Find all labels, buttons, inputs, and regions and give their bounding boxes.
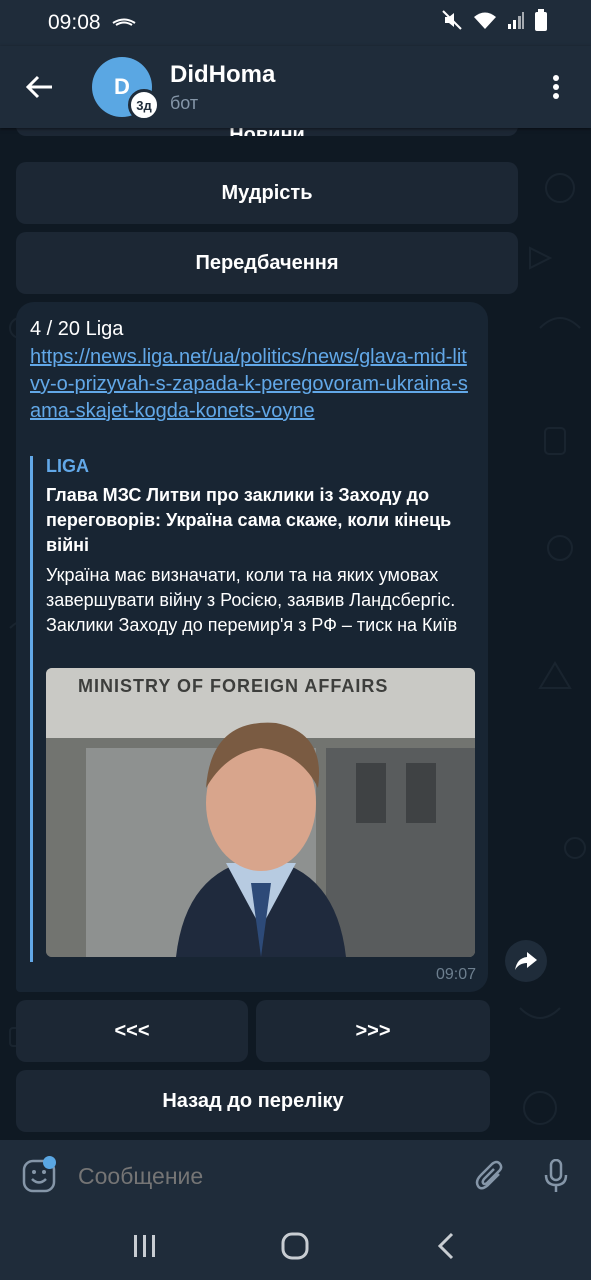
home-icon (281, 1232, 309, 1260)
chat-title-block[interactable]: DidHoma бот (170, 61, 275, 114)
wifi-icon (473, 10, 497, 36)
preview-image[interactable]: MINISTRY OF FOREIGN AFFAIRS (46, 668, 475, 957)
message-input[interactable] (78, 1162, 458, 1190)
message-time: 09:07 (435, 966, 476, 983)
keyboard-button-prediction[interactable]: Передбачення (16, 232, 518, 294)
preview-site-name: LIGA (46, 456, 89, 476)
keyboard-button-label: Назад до переліку (162, 1089, 344, 1112)
chat-area[interactable]: Новини Мудрість Передбачення 4 / 20 Liga… (0, 128, 591, 1140)
back-button[interactable] (0, 46, 80, 128)
system-navigation-bar (0, 1212, 591, 1280)
keyboard-button-prev[interactable]: <<< (16, 1000, 248, 1062)
signal-icon (507, 10, 525, 36)
attach-button[interactable] (458, 1140, 522, 1212)
message-link[interactable]: https://news.liga.net/ua/politics/news/g… (30, 344, 470, 425)
preview-title: Глава МЗС Литви про заклики із Заходу до… (46, 485, 452, 555)
preview-photo (46, 668, 475, 957)
image-sign-text: MINISTRY OF FOREIGN AFFAIRS (78, 676, 389, 696)
microphone-icon (544, 1159, 568, 1192)
arrow-left-icon (26, 75, 52, 99)
chat-subtitle: бот (170, 92, 199, 113)
notification-dot (43, 1156, 56, 1169)
status-bar: 09:08 (0, 0, 591, 46)
keyboard-button-label: >>> (355, 1019, 391, 1042)
home-button[interactable] (255, 1212, 335, 1280)
keyboard-button-label: Новини (229, 128, 305, 136)
message-input-bar (0, 1140, 591, 1212)
battery-icon (535, 9, 547, 37)
keyboard-button-label: Мудрість (221, 181, 313, 204)
paperclip-icon (475, 1160, 503, 1190)
message-bubble[interactable]: 4 / 20 Liga https://news.liga.net/ua/pol… (16, 302, 488, 992)
preview-description: Україна має визначати, коли та на яких у… (46, 565, 458, 635)
keyboard-button-news[interactable]: Новини (16, 128, 518, 136)
story-badge: 3д (128, 89, 160, 121)
keyboard-button-next[interactable]: >>> (256, 1000, 490, 1062)
keyboard-button-wisdom[interactable]: Мудрість (16, 162, 518, 224)
system-back-button[interactable] (406, 1212, 486, 1280)
status-time: 09:08 (48, 11, 101, 34)
more-vertical-icon (553, 75, 559, 99)
more-menu-button[interactable] (521, 46, 591, 128)
share-arrow-icon (515, 952, 537, 970)
avatar-letter: D (114, 74, 130, 99)
recent-apps-button[interactable] (105, 1212, 185, 1280)
message-header: 4 / 20 Liga (30, 318, 124, 340)
chevron-left-icon (437, 1232, 453, 1260)
voice-message-button[interactable] (522, 1140, 590, 1212)
emoji-button[interactable] (0, 1140, 78, 1212)
keyboard-button-label: Передбачення (195, 251, 339, 274)
recents-icon (134, 1235, 156, 1257)
forward-button[interactable] (505, 940, 547, 982)
chat-title: DidHoma (170, 60, 276, 88)
keyboard-button-back-to-list[interactable]: Назад до переліку (16, 1070, 490, 1132)
avatar[interactable]: D 3д (92, 57, 160, 121)
mute-icon (441, 9, 463, 37)
chat-header: D 3д DidHoma бот (0, 46, 591, 128)
cloud-icon (111, 11, 137, 35)
keyboard-button-label: <<< (114, 1019, 150, 1042)
